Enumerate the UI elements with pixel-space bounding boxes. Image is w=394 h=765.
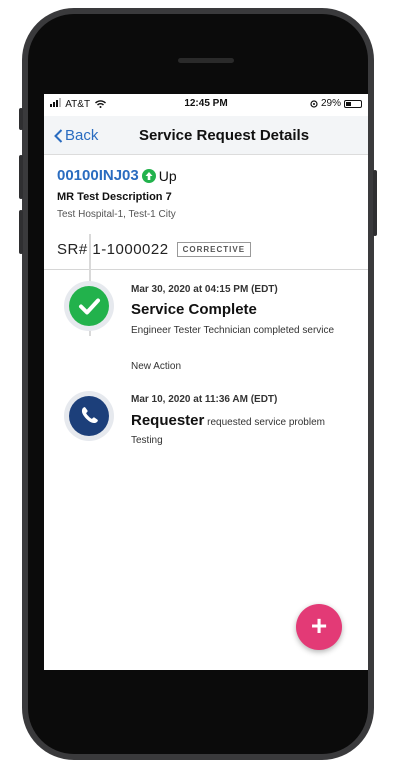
- sr-number: SR# 1-1000022: [57, 241, 169, 258]
- event-title: Requester: [131, 412, 205, 429]
- event-icon-ring: [64, 391, 114, 441]
- battery-group: 29%: [310, 98, 362, 109]
- volume-down-button: [19, 210, 23, 254]
- event-date: Mar 10, 2020 at 11:36 AM (EDT): [131, 394, 278, 405]
- speaker-grille: [178, 58, 234, 63]
- event-date: Mar 30, 2020 at 04:15 PM (EDT): [131, 284, 278, 295]
- asset-id-link[interactable]: 00100INJ03: [57, 167, 139, 184]
- event-title: Service Complete: [131, 301, 257, 318]
- navigation-bar: Back Service Request Details: [44, 116, 368, 155]
- battery-percent: 29%: [320, 98, 341, 109]
- plus-icon: +: [310, 610, 328, 641]
- asset-location: Test Hospital-1, Test-1 City: [57, 209, 176, 220]
- asset-description: MR Test Description 7: [57, 191, 172, 203]
- type-badge: CORRECTIVE: [176, 242, 252, 257]
- event-body: Requester requested service problem Test…: [131, 412, 351, 450]
- volume-up-button: [19, 155, 23, 199]
- event-icon-ring: [64, 281, 114, 331]
- app-screen: AT&T 12:45 PM 29% Back Service Request D…: [44, 94, 368, 670]
- request-header: 00100INJ03 Up MR Test Description 7 Test…: [44, 155, 368, 270]
- mute-switch: [19, 108, 23, 130]
- status-bar: AT&T 12:45 PM 29%: [44, 94, 368, 112]
- asset-row: 00100INJ03 Up: [57, 167, 177, 184]
- battery-icon: [344, 99, 362, 108]
- location-icon: [310, 99, 318, 108]
- event-extra: New Action: [131, 361, 182, 372]
- power-button: [373, 170, 377, 236]
- add-action-button[interactable]: +: [296, 604, 342, 650]
- event-text: Engineer Tester Technician completed ser…: [131, 325, 335, 336]
- phone-icon: [69, 396, 109, 436]
- sr-row: SR# 1-1000022 CORRECTIVE: [57, 241, 252, 258]
- page-title: Service Request Details: [138, 127, 310, 144]
- arrow-up-icon: [141, 168, 156, 183]
- asset-status: Up: [158, 167, 177, 184]
- check-icon: [69, 286, 109, 326]
